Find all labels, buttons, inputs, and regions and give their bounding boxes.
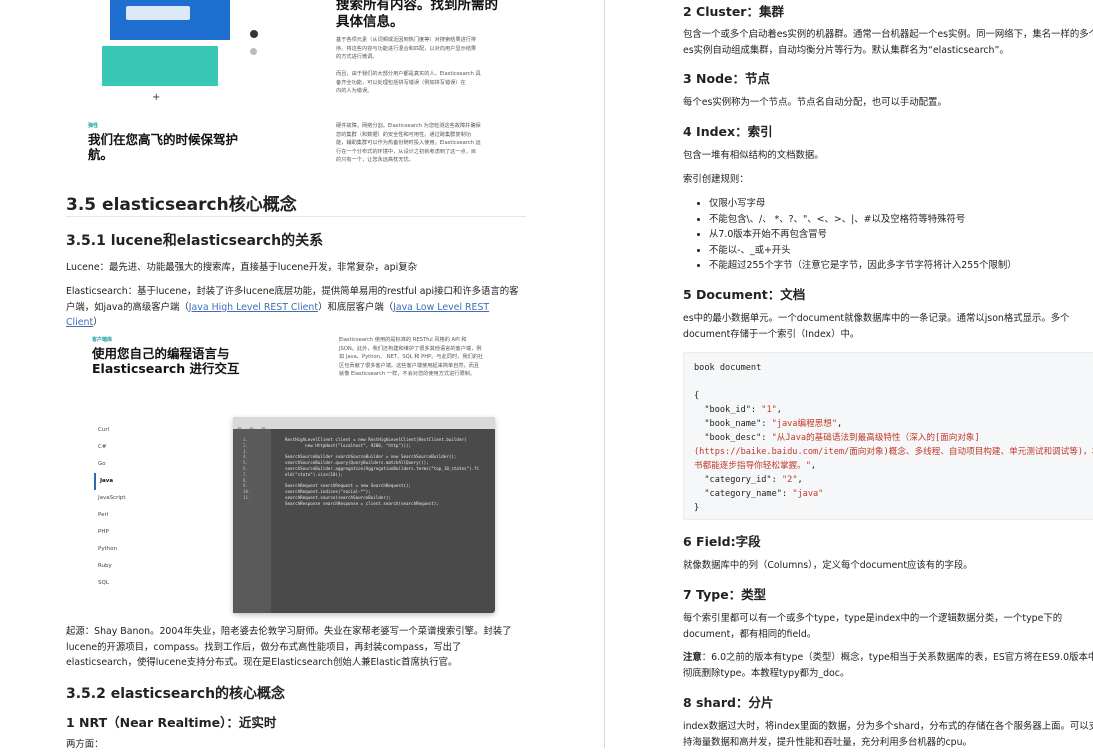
- line-numbers: 1. 2. 3. 4. 5. 6. 7. 8. 9. 10. 11.: [243, 437, 251, 500]
- page-divider: [604, 0, 605, 748]
- code-line: "book_id": "1",: [694, 405, 782, 415]
- list-item: 不能超过255个字节（注意它是字节，因此多字节字符将计入255个限制）: [709, 258, 1093, 274]
- code-block: book document { "book_id": "1", "book_nam…: [683, 352, 1093, 520]
- cut-off-text: 两方面：: [66, 739, 104, 750]
- origin-paragraph: 起源：Shay Banon。2004年失业，陪老婆去伦敦学习厨师。失业在家帮老婆…: [66, 626, 512, 668]
- client-library-image: 客户端库 使用您自己的编程语言与 Elasticsearch 进行交互 Elas…: [66, 332, 526, 622]
- language-tab[interactable]: SQL: [94, 575, 126, 592]
- section-title: 3.5 elasticsearch核心概念: [66, 195, 297, 215]
- code-line: (https://baike.baidu.com/item/面向对象)概念、多线…: [694, 447, 1093, 457]
- code-line: "category_id": "2",: [694, 475, 803, 485]
- language-tab[interactable]: Go: [94, 456, 126, 473]
- left-page: + 搜索所有内容。找到所需的 具体信息。 基于各项元素（从词频或近因到热门度等）…: [66, 0, 526, 750]
- list-item: 从7.0版本开始不再包含冒号: [709, 227, 1093, 243]
- plus-icon: +: [152, 92, 161, 103]
- banner-headline: 搜索所有内容。找到所需的 具体信息。: [336, 0, 498, 30]
- document-paragraph: es中的最小数据单元。一个document就像数据库中的一条记录。通常以json…: [683, 313, 1070, 340]
- index-paragraph: 包含一堆有相似结构的文档数据。: [683, 150, 824, 161]
- code-line: {: [694, 391, 700, 401]
- dot-icon: [250, 48, 257, 55]
- java-high-level-client-link[interactable]: Java High Level REST Client: [189, 302, 318, 313]
- paragraph-text: ）: [93, 317, 103, 328]
- concept-title: 8 shard：分片: [683, 695, 774, 710]
- client-description: Elasticsearch 使用的是标准的 RESTful 风格的 API 和 …: [339, 337, 484, 377]
- concept-title: 6 Field:字段: [683, 534, 761, 549]
- code-line: "book_name": "java编程思想",: [694, 419, 843, 429]
- language-tab[interactable]: PHP: [94, 524, 126, 541]
- code-line: 书都能逐步指导你轻松掌握。",: [694, 461, 817, 471]
- code-line: "category_name": "java": [694, 489, 824, 499]
- banner-paragraph: 而且，由于我们的大部分用户都是真实的人，Elasticsearch 具 备齐全功…: [336, 71, 481, 94]
- index-rules-label: 索引创建规则：: [683, 174, 749, 185]
- language-tab[interactable]: Python: [94, 541, 126, 558]
- list-item: 不能包含\、/、 *、?、"、<、>、|、#以及空格符等特殊符号: [709, 212, 1093, 228]
- language-tab[interactable]: Ruby: [94, 558, 126, 575]
- note-text: ：6.0之前的版本有type（类型）概念，type相当于关系数据库的表，ES官方…: [683, 652, 1093, 679]
- note-paragraph: 注意：6.0之前的版本有type（类型）概念，type相当于关系数据库的表，ES…: [683, 650, 1093, 681]
- illustration-card-highlight: [126, 6, 190, 20]
- divider: [66, 216, 526, 217]
- index-rules-list: 仅限小写字母 不能包含\、/、 *、?、"、<、>、|、#以及空格符等特殊符号 …: [683, 196, 1093, 274]
- language-tab[interactable]: C#: [94, 439, 126, 456]
- client-headline: 使用您自己的编程语言与 Elasticsearch 进行交互: [92, 346, 240, 376]
- subsection-title: 3.5.1 lucene和elasticsearch的关系: [66, 233, 324, 249]
- concept-title: 5 Document：文档: [683, 287, 806, 302]
- concept-title: 7 Type：类型: [683, 587, 767, 602]
- language-tab[interactable]: Perl: [94, 507, 126, 524]
- client-tag: 客户端库: [92, 337, 113, 343]
- shard-paragraph: index数据过大时，将index里面的数据，分为多个shard，分布式的存储在…: [683, 721, 1093, 748]
- code-gutter: 1. 2. 3. 4. 5. 6. 7. 8. 9. 10. 11.: [233, 429, 271, 613]
- code-sample-window: 1. 2. 3. 4. 5. 6. 7. 8. 9. 10. 11. RestH…: [233, 417, 495, 613]
- code-line: "book_desc": "从Java的基础语法到最高级特性（深入的[面向对象]: [694, 433, 980, 443]
- window-titlebar: [233, 417, 495, 432]
- paragraph-text: ）和底层客户端（: [318, 301, 394, 313]
- banner-subheadline: 我们在您高飞的时候保驾护 航。: [88, 132, 239, 162]
- code-sample: RestHighLevelClient client = new RestHig…: [285, 437, 480, 506]
- right-page: 2 Cluster：集群 包含一个或多个启动着es实例的机器群。通常一台机器起一…: [683, 0, 1093, 748]
- concept-title: 1 NRT（Near Realtime）：近实时: [66, 715, 277, 730]
- language-tab[interactable]: Curl: [94, 422, 126, 439]
- language-tab-list: Curl C# Go Java JavaScript Perl PHP Pyth…: [94, 422, 126, 592]
- language-tab[interactable]: JavaScript: [94, 490, 126, 507]
- lucene-paragraph: Lucene：最先进、功能最强大的搜索库，直接基于lucene开发，非常复杂，a…: [66, 262, 417, 273]
- concept-title: 2 Cluster：集群: [683, 4, 784, 19]
- list-item: 仅限小写字母: [709, 196, 1093, 212]
- language-tab-active[interactable]: Java: [94, 473, 126, 490]
- elasticsearch-paragraph: Elasticsearch：基于lucene，封装了许多lucene底层功能，提…: [66, 284, 526, 331]
- concept-title: 4 Index：索引: [683, 124, 773, 139]
- elastic-banner-image: + 搜索所有内容。找到所需的 具体信息。 基于各项元素（从词频或近因到热门度等）…: [66, 0, 526, 176]
- subsection-title: 3.5.2 elasticsearch的核心概念: [66, 686, 286, 702]
- dot-icon: [250, 30, 258, 38]
- code-line: }: [694, 503, 700, 513]
- concept-title: 3 Node：节点: [683, 71, 771, 86]
- field-paragraph: 就像数据库中的列（Columns），定义每个document应该有的字段。: [683, 560, 973, 571]
- list-item: 不能以-、_或+开头: [709, 243, 1093, 259]
- illustration-card-teal: [102, 46, 218, 86]
- code-header: book document: [694, 363, 762, 373]
- note-label: 注意: [683, 652, 702, 663]
- cluster-paragraph: 包含一个或多个启动着es实例的机器群。通常一台机器起一个es实例。同一网络下，集…: [683, 29, 1093, 56]
- banner-paragraph: 硬件故障。网络分割。Elasticsearch 为您检测这些故障并确保 您的集群…: [336, 123, 481, 163]
- banner-paragraph: 基于各项元素（从词频或近因到热门度等）对搜索结果进行排 序。将这些内容与功能进行…: [336, 37, 477, 60]
- banner-tag: 弹性: [88, 123, 99, 129]
- node-paragraph: 每个es实例称为一个节点。节点名自动分配，也可以手动配置。: [683, 97, 947, 108]
- type-paragraph: 每个索引里都可以有一个或多个type，type是index中的一个逻辑数据分类，…: [683, 613, 1063, 640]
